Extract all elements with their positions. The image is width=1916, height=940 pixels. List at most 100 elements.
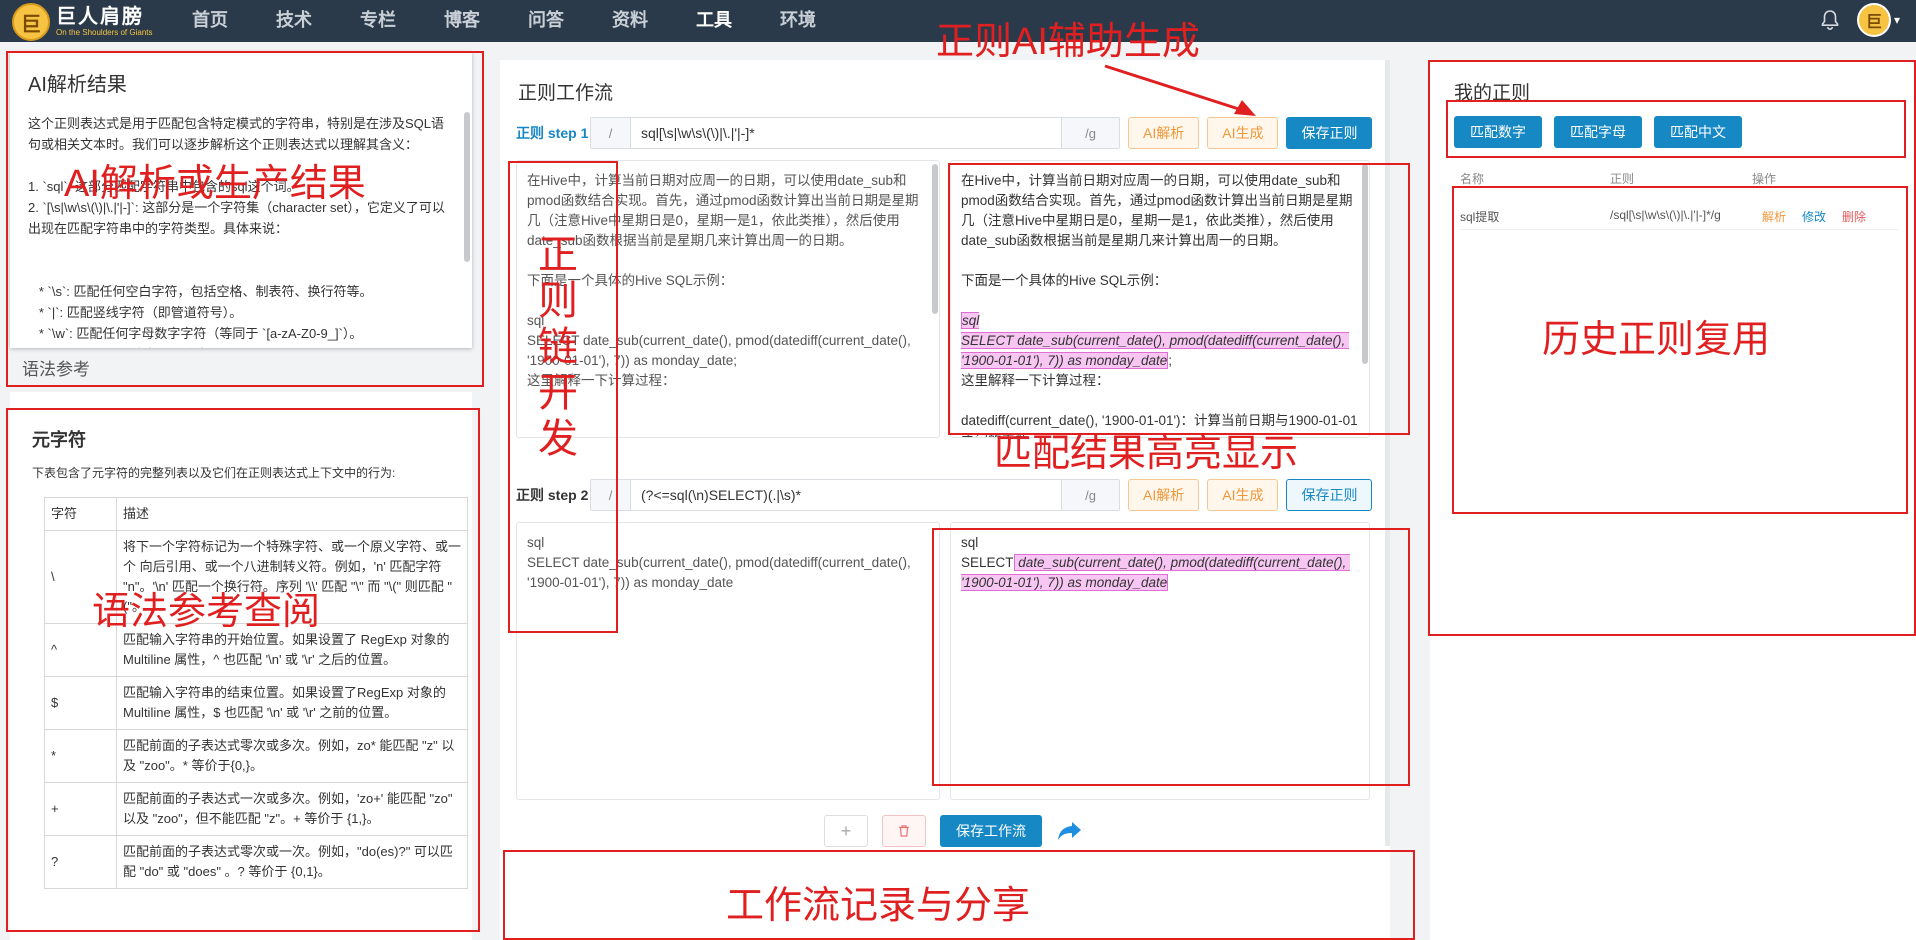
my-regex-panel: 我的正则 匹配数字 匹配字母 匹配中文 名称 正则 操作 sql提取 /sql[… [1430, 60, 1916, 940]
step-1-regex-input[interactable]: sql[\s|\w\s\(\)|\.|'|-]* [631, 118, 1061, 148]
header-regex: 正则 [1610, 172, 1635, 186]
match-highlight: date_sub(current_date(), pmod(datediff(c… [961, 554, 1350, 591]
history-row-regex: /sql[\s|\w\s\(\)|\.|'|-]*/g [1610, 208, 1721, 222]
my-regex-title: 我的正则 [1454, 83, 1531, 104]
annotation-workflow-share: 工作流记录与分享 [726, 885, 1031, 927]
step-1-input-scrollbar[interactable] [932, 164, 938, 314]
regex-prefix: / [591, 118, 631, 148]
metachar-table: 字符 描述 \ 将下一个字符标记为一个特殊字符、或一个原义字符、或一个 向后引用… [44, 497, 468, 889]
history-row-name: sql提取 [1460, 210, 1500, 224]
table-cell-desc: 匹配前面的子表达式零次或一次。例如，"do(es)?" 可以匹配 "do" 或 … [116, 835, 468, 889]
step-1-match-result: 在Hive中，计算当前日期对应周一的日期，可以使用date_sub和pmod函数… [950, 160, 1370, 438]
edit-link[interactable]: 修改 [1802, 208, 1826, 225]
annotation-ai-assist: 正则AI辅助生成 [936, 21, 1200, 63]
nav-item-tools[interactable]: 工具 [696, 0, 732, 42]
nav-item-column[interactable]: 专栏 [360, 0, 396, 42]
trash-icon[interactable] [882, 815, 926, 847]
workflow-actions: + 保存工作流 [824, 815, 1084, 847]
table-cell-char: $ [44, 676, 117, 730]
regex-flags: /g [1061, 480, 1119, 510]
annotation-char: 正 [538, 233, 578, 277]
match-digits-button[interactable]: 匹配数字 [1454, 116, 1542, 148]
syntax-reference-title: 语法参考 [22, 360, 90, 379]
ai-generate-button[interactable]: AI生成 [1207, 117, 1279, 149]
nav-item-tech[interactable]: 技术 [276, 0, 312, 42]
annotation-ai-result: AI解析或生产结果 [64, 163, 366, 205]
workflow-scrollbar[interactable] [1385, 60, 1390, 846]
annotation-syntax-ref: 语法参考查阅 [92, 591, 321, 633]
workflow-panel: 正则工作流 正则 step 1 / sql[\s|\w\s\(\)|\.|'|-… [500, 60, 1390, 940]
step-2-match-result: sql SELECT date_sub(current_date(), pmod… [950, 522, 1370, 800]
match-chinese-button[interactable]: 匹配中文 [1654, 116, 1742, 148]
syntax-reference-panel: 元字符 下表包含了元字符的完整列表以及它们在正则表达式上下文中的行为: 字符 描… [10, 392, 472, 940]
ai-result-body: 这个正则表达式是用于匹配包含特定模式的字符串，特别是在涉及SQL语句或相关文本时… [28, 116, 445, 348]
main-nav: 首页 技术 专栏 博客 问答 资料 工具 环境 [192, 0, 864, 42]
regex-step-2: 正则 step 2 / (?<=sql(\n)SELECT)(.|\s)* /g… [516, 478, 1373, 512]
table-cell-char: ? [44, 835, 117, 889]
delete-link[interactable]: 删除 [1842, 208, 1866, 225]
ai-result-scrollbar[interactable] [464, 112, 470, 262]
regex-step-1: 正则 step 1 / sql[\s|\w\s\(\)|\.|'|-]* /g … [516, 116, 1373, 150]
quick-regex-buttons: 匹配数字 匹配字母 匹配中文 [1454, 116, 1754, 148]
metachar-section-desc: 下表包含了元字符的完整列表以及它们在正则表达式上下文中的行为: [32, 466, 396, 480]
table-header-char: 字符 [44, 497, 117, 531]
regex-prefix: / [591, 480, 631, 510]
table-row: ? 匹配前面的子表达式零次或一次。例如，"do(es)?" 可以匹配 "do" … [44, 835, 468, 889]
metachar-section-title: 元字符 [32, 430, 86, 450]
ai-result-title: AI解析结果 [28, 74, 127, 96]
step-2-label: 正则 step 2 [516, 487, 589, 503]
step-2-regex-field: / (?<=sql(\n)SELECT)(.|\s)* /g [590, 479, 1120, 511]
regex-flags: /g [1061, 118, 1119, 148]
table-row: * 匹配前面的子表达式零次或多次。例如，zo* 能匹配 "z" 以及 "zoo"… [44, 729, 468, 783]
table-cell-char: + [44, 782, 117, 836]
step-2-regex-input[interactable]: (?<=sql(\n)SELECT)(.|\s)* [631, 480, 1061, 510]
ai-generate-button[interactable]: AI生成 [1207, 479, 1279, 511]
step-1-result-scrollbar[interactable] [1362, 164, 1368, 364]
nav-item-qa[interactable]: 问答 [528, 0, 564, 42]
chevron-down-icon[interactable]: ▾ [1894, 13, 1900, 27]
nav-item-resources[interactable]: 资料 [612, 0, 648, 42]
logo-title: 巨人肩膀 [56, 6, 144, 28]
save-regex-button[interactable]: 保存正则 [1286, 117, 1373, 149]
logo-badge: 巨 [12, 3, 50, 41]
avatar[interactable]: 巨 [1857, 3, 1891, 37]
ai-parse-button[interactable]: AI解析 [1128, 117, 1200, 149]
nav-item-home[interactable]: 首页 [192, 0, 228, 42]
annotation-char: 发 [538, 417, 578, 461]
step-2-input-text[interactable]: sql SELECT date_sub(current_date(), pmod… [516, 522, 940, 800]
ai-parse-button[interactable]: AI解析 [1128, 479, 1200, 511]
table-cell-char: * [44, 729, 117, 783]
match-letters-button[interactable]: 匹配字母 [1554, 116, 1642, 148]
bell-icon[interactable] [1818, 8, 1842, 32]
site-logo[interactable]: 巨 巨人肩膀 On the Shoulders of Giants [12, 3, 153, 41]
history-row: sql提取 /sql[\s|\w\s\(\)|\.|'|-]*/g 解析 修改 … [1460, 200, 1898, 230]
table-cell-desc: 匹配前面的子表达式零次或多次。例如，zo* 能匹配 "z" 以及 "zoo"。*… [116, 729, 468, 783]
logo-subtitle: On the Shoulders of Giants [56, 28, 153, 37]
result-text-before: 在Hive中，计算当前日期对应周一的日期，可以使用date_sub和pmod函数… [961, 173, 1353, 288]
save-regex-button[interactable]: 保存正则 [1286, 479, 1373, 511]
table-row: + 匹配前面的子表达式一次或多次。例如，'zo+' 能匹配 "zo" 以及 "z… [44, 782, 468, 836]
step-1-regex-field: / sql[\s|\w\s\(\)|\.|'|-]* /g [590, 117, 1120, 149]
table-header-desc: 描述 [116, 497, 468, 531]
annotation-chain-dev: 正则链开发 [536, 232, 580, 462]
header-actions: 操作 [1752, 172, 1777, 186]
save-workflow-button[interactable]: 保存工作流 [940, 815, 1042, 847]
table-row: $ 匹配输入字符串的结束位置。如果设置了RegExp 对象的 Multiline… [44, 676, 468, 730]
annotation-history: 历史正则复用 [1542, 319, 1771, 361]
step-1-label: 正则 step 1 [516, 125, 589, 141]
parse-link[interactable]: 解析 [1762, 208, 1786, 225]
annotation-highlight: 匹配结果高亮显示 [994, 433, 1299, 475]
table-cell-desc: 匹配前面的子表达式一次或多次。例如，'zo+' 能匹配 "zo" 以及 "zoo… [116, 782, 468, 836]
plus-icon[interactable]: + [824, 815, 868, 847]
header-name: 名称 [1460, 172, 1485, 186]
result-text-before: sql SELECT [961, 535, 1014, 570]
logo-text: 巨人肩膀 On the Shoulders of Giants [56, 6, 153, 38]
annotation-char: 则 [538, 279, 578, 323]
nav-item-environment[interactable]: 环境 [780, 0, 816, 42]
share-icon[interactable] [1056, 817, 1084, 845]
nav-item-blog[interactable]: 博客 [444, 0, 480, 42]
match-highlight: sql SELECT date_sub(current_date(), pmod… [961, 312, 1349, 369]
annotation-char: 链 [538, 325, 578, 369]
annotation-char: 开 [538, 371, 578, 415]
annotation-arrow-icon [1104, 64, 1256, 116]
